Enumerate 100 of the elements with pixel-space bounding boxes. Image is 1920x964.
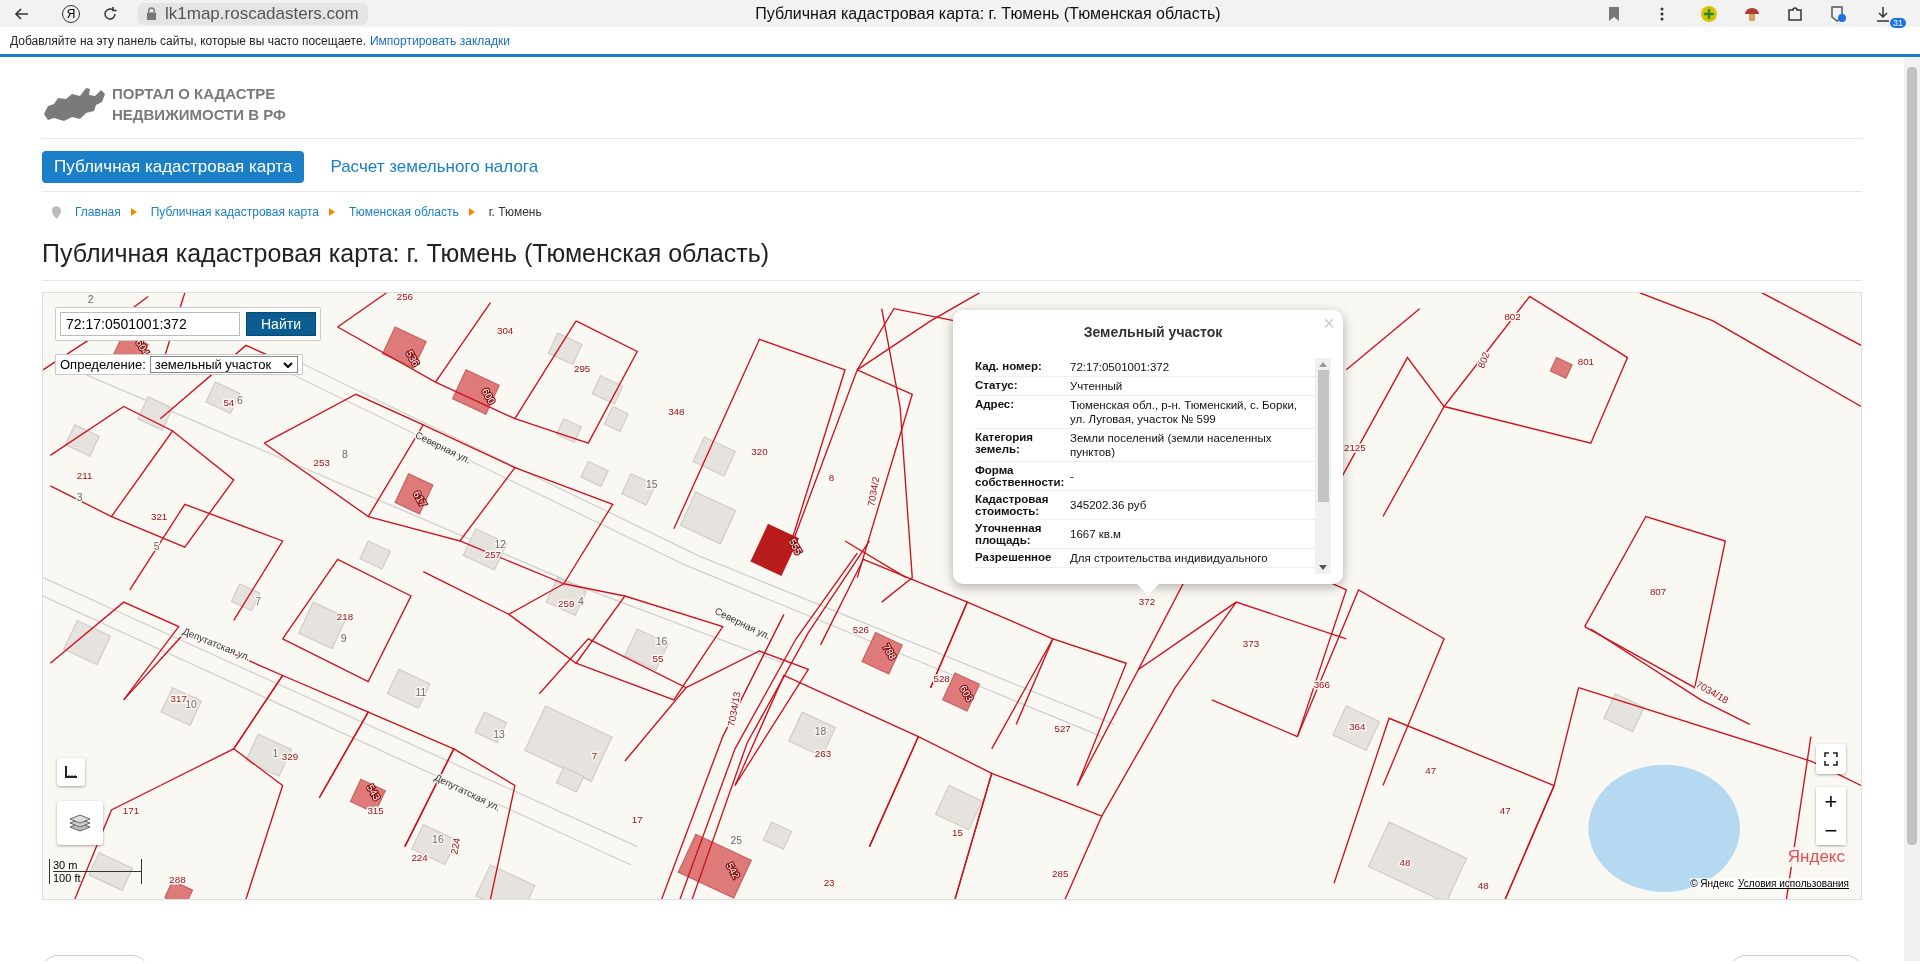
parcel-number: 527 xyxy=(1054,722,1071,734)
parcel-number: 315 xyxy=(367,804,384,816)
building-number: 600 xyxy=(479,386,498,406)
page-scrollbar[interactable] xyxy=(1904,57,1920,961)
popup-scrollbar[interactable] xyxy=(1315,358,1331,574)
cadastral-number-field[interactable]: 72:17:0501001:372 xyxy=(60,312,240,336)
parcel-number: 802 xyxy=(1475,350,1492,370)
field-value: Земли поселений (земли населенных пунктов) xyxy=(1069,431,1273,460)
house-number: 8 xyxy=(342,448,348,460)
house-number: 5 xyxy=(153,540,160,552)
download-badge: 31 xyxy=(1890,17,1906,28)
field-label: Категория земель: xyxy=(975,429,1067,461)
copyright-text: © Яндекс xyxy=(1690,878,1734,889)
scale-imperial: 100 ft xyxy=(53,872,82,884)
zoom-out-button[interactable]: − xyxy=(1816,816,1846,845)
scroll-down-icon[interactable] xyxy=(1319,565,1327,570)
parcel-number: 317 xyxy=(170,693,187,705)
breadcrumb-link[interactable]: Тюменская область xyxy=(348,205,459,219)
house-number: 6 xyxy=(236,395,243,407)
nav-tab[interactable]: Расчет земельного налога xyxy=(318,151,551,183)
breadcrumb-link[interactable]: Публичная кадастровая карта xyxy=(150,205,319,219)
location-pin-icon xyxy=(52,205,61,219)
puzzle-icon[interactable] xyxy=(1786,4,1804,23)
house-number: 12 xyxy=(494,539,506,551)
field-label: Статус: xyxy=(975,377,1067,395)
house-number: 11 xyxy=(415,687,427,699)
field-value: Тюменская обл., р-н. Тюменский, с. Борки, ул. Луговая, участок № 599 xyxy=(1069,398,1299,427)
bookmark-icon[interactable] xyxy=(1608,6,1620,21)
field-value: 1667 кв.м xyxy=(1069,527,1123,542)
shield-icon[interactable] xyxy=(1829,4,1847,23)
address-bar[interactable]: lk1map.roscadasters.com xyxy=(138,2,368,25)
parcel-number: 801 xyxy=(1577,355,1595,367)
field-label: Уточненная площадь: xyxy=(975,520,1067,548)
parcel-number: 23 xyxy=(823,876,835,888)
parcel-number: 48 xyxy=(1399,857,1411,869)
parcel-number: 54 xyxy=(223,397,235,409)
parcel-number: 7034/2 xyxy=(865,475,882,508)
plus-circle-icon[interactable] xyxy=(1700,4,1718,23)
parcel-number: 807 xyxy=(1649,585,1667,597)
import-bookmarks-link[interactable]: Импортировать закладки xyxy=(369,33,510,48)
parcel-number: 8 xyxy=(828,472,835,484)
field-value: Учтенный xyxy=(1069,379,1124,394)
parcel-number: 256 xyxy=(396,293,414,303)
parcel-number: 55 xyxy=(652,653,664,664)
bookmarks-hint: Добавляйте на эту панель сайты, которые вы часто посещаете. xyxy=(10,33,366,48)
chevron-down-icon xyxy=(283,361,294,368)
field-label: Адрес: xyxy=(975,396,1067,428)
field-label: Разрешенное xyxy=(975,549,1067,567)
parcel-number: 288 xyxy=(169,874,186,886)
popup-title: Земельный участок xyxy=(1083,324,1223,340)
find-button[interactable]: Найти xyxy=(246,312,316,336)
parcel-number: 526 xyxy=(852,623,870,635)
popup-tail xyxy=(1136,583,1160,595)
breadcrumb-current: г. Тюмень xyxy=(488,205,542,219)
scale-metric: 30 m xyxy=(53,859,141,872)
house-number: 16 xyxy=(432,833,444,845)
house-number: 1 xyxy=(272,748,279,760)
house-number: 2 xyxy=(87,293,94,305)
layers-icon xyxy=(68,813,92,833)
parcel-number: 364 xyxy=(1349,721,1366,733)
house-number: 9 xyxy=(340,633,347,645)
parcel-number: 224 xyxy=(448,837,463,855)
lock-icon xyxy=(146,7,157,20)
parcel-number: 218 xyxy=(336,611,354,623)
house-number: 13 xyxy=(493,728,505,740)
house-number: 4 xyxy=(578,595,584,607)
parcel-number: 224 xyxy=(411,852,428,864)
terms-link[interactable]: Условия использования xyxy=(1738,878,1849,889)
parcel-number: 7034/13 xyxy=(725,690,743,728)
field-value: - xyxy=(1069,469,1075,484)
zoom-in-button[interactable]: + xyxy=(1816,787,1846,816)
caret-icon xyxy=(468,208,475,216)
parcel-number: 171 xyxy=(122,804,140,816)
ruler-button[interactable] xyxy=(57,758,85,786)
breadcrumb-link[interactable]: Главная xyxy=(75,205,121,219)
fullscreen-button[interactable] xyxy=(1816,744,1846,774)
house-number: 16 xyxy=(655,635,668,647)
building-number: 617 xyxy=(411,489,429,509)
nav-tab[interactable]: Публичная кадастровая карта xyxy=(42,151,305,183)
download-icon[interactable] xyxy=(1876,5,1890,22)
portal-logo-text[interactable]: ПОРТАЛ О КАДАСТРЕ НЕДВИЖИМОСТИ В РФ xyxy=(112,83,286,125)
parcel-number: 17 xyxy=(631,814,643,826)
building-number: 603 xyxy=(957,683,976,704)
back-icon[interactable] xyxy=(14,5,30,22)
building-number: 536 xyxy=(403,348,422,369)
field-value: Для строительства индивидуального xyxy=(1069,551,1269,566)
caret-icon xyxy=(328,208,335,216)
definition-dropdown[interactable]: земельный участок xyxy=(149,356,299,373)
field-label: Кадастровая стоимость: xyxy=(975,491,1067,519)
house-number: 18 xyxy=(814,726,827,738)
parcel-number: 285 xyxy=(1052,868,1069,880)
house-number: 10 xyxy=(185,699,197,711)
ruler-icon xyxy=(64,765,78,779)
field-value: 345202.36 руб xyxy=(1069,498,1148,513)
reload-icon[interactable] xyxy=(102,5,118,22)
house-number: 7 xyxy=(255,595,262,607)
layers-button[interactable] xyxy=(57,801,103,845)
cadastral-map[interactable] xyxy=(42,292,1862,900)
field-value: 72:17:0501001:372 xyxy=(1069,360,1171,375)
menu-icon[interactable] xyxy=(1660,6,1664,21)
